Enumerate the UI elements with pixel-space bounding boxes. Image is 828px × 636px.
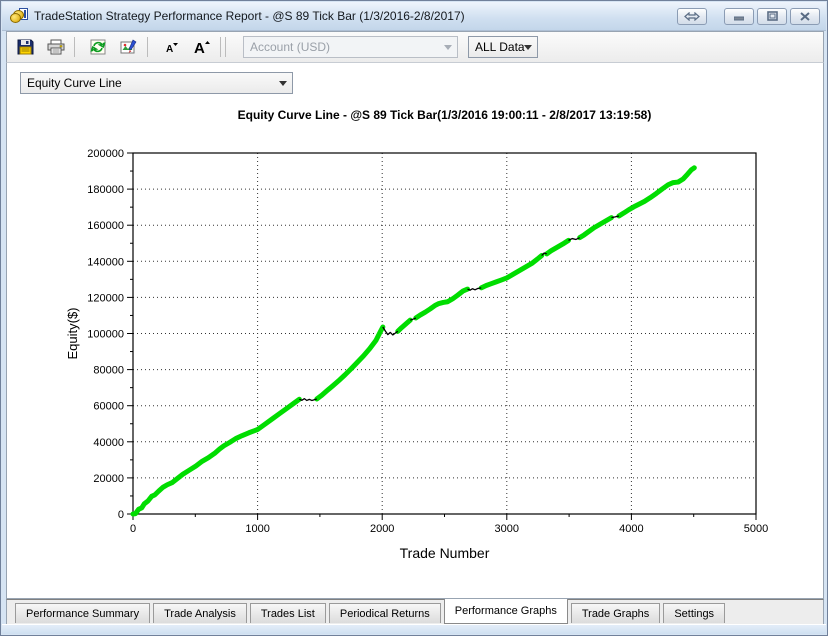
window-bottom-frame <box>2 624 826 634</box>
svg-text:60000: 60000 <box>93 401 124 413</box>
svg-text:Trade Number: Trade Number <box>400 545 490 561</box>
format-button[interactable] <box>116 35 142 59</box>
svg-text:A: A <box>194 40 205 56</box>
increase-font-icon: A <box>192 38 212 56</box>
format-report-icon <box>120 39 138 55</box>
report-tab-strip: Performance Summary Trade Analysis Trade… <box>6 599 824 626</box>
tab-periodical-returns[interactable]: Periodical Returns <box>329 603 441 623</box>
svg-text:200000: 200000 <box>87 148 124 160</box>
toolbar: A A Account (USD) ALL Data <box>6 31 824 63</box>
chevron-down-icon <box>279 81 287 86</box>
svg-text:120000: 120000 <box>87 292 124 304</box>
svg-text:180000: 180000 <box>87 184 124 196</box>
refresh-icon <box>90 39 106 55</box>
save-icon <box>17 39 34 55</box>
close-button[interactable] <box>790 8 820 25</box>
tab-trade-graphs[interactable]: Trade Graphs <box>571 603 660 623</box>
toolbar-separator <box>225 37 226 57</box>
svg-text:100000: 100000 <box>87 329 124 341</box>
chevron-down-icon <box>444 45 452 50</box>
tab-performance-summary[interactable]: Performance Summary <box>15 603 150 623</box>
app-icon <box>10 8 28 24</box>
toolbar-separator <box>147 37 148 57</box>
graph-type-combo[interactable]: Equity Curve Line <box>20 72 293 94</box>
svg-text:1000: 1000 <box>245 523 269 535</box>
decrease-font-icon: A <box>163 39 179 55</box>
chart-title: Equity Curve Line - @S 89 Tick Bar(1/3/2… <box>132 108 757 122</box>
minimize-button[interactable] <box>724 8 754 25</box>
svg-text:20000: 20000 <box>93 473 124 485</box>
toolbar-separator <box>74 37 75 57</box>
equity-curve-chart: 0 1000 2000 3000 4000 5000 0 20000 40000 60000 800… <box>7 131 825 591</box>
svg-text:4000: 4000 <box>619 523 643 535</box>
title-bar: TradeStation Strategy Performance Report… <box>2 2 826 31</box>
svg-text:40000: 40000 <box>93 437 124 449</box>
graph-type-combo-value: Equity Curve Line <box>27 76 122 90</box>
print-button[interactable] <box>43 35 69 59</box>
account-combo[interactable]: Account (USD) <box>243 36 458 58</box>
window-title: TradeStation Strategy Performance Report… <box>34 9 674 23</box>
print-icon <box>47 39 66 55</box>
svg-text:80000: 80000 <box>93 365 124 377</box>
svg-text:3000: 3000 <box>495 523 519 535</box>
data-range-combo[interactable]: ALL Data <box>468 36 538 58</box>
increase-font-button[interactable]: A <box>189 35 215 59</box>
dock-button[interactable] <box>677 8 707 25</box>
svg-text:0: 0 <box>130 523 136 535</box>
svg-text:5000: 5000 <box>744 523 768 535</box>
tab-trade-analysis[interactable]: Trade Analysis <box>153 603 247 623</box>
report-content: Equity Curve Line Equity Curve Line - @S… <box>6 63 824 599</box>
refresh-button[interactable] <box>85 35 111 59</box>
chevron-down-icon <box>524 45 532 50</box>
account-combo-value: Account (USD) <box>250 40 330 54</box>
svg-text:Equity($): Equity($) <box>65 307 80 359</box>
tab-settings[interactable]: Settings <box>663 603 725 623</box>
tradestation-report-window: TradeStation Strategy Performance Report… <box>0 0 828 636</box>
decrease-font-button[interactable]: A <box>158 35 184 59</box>
restore-button[interactable] <box>757 8 787 25</box>
svg-text:2000: 2000 <box>370 523 394 535</box>
tab-performance-graphs[interactable]: Performance Graphs <box>444 599 568 624</box>
save-button[interactable] <box>12 35 38 59</box>
svg-text:140000: 140000 <box>87 256 124 268</box>
svg-text:A: A <box>166 44 173 55</box>
tab-trades-list[interactable]: Trades List <box>250 603 326 623</box>
svg-text:160000: 160000 <box>87 220 124 232</box>
svg-text:0: 0 <box>118 509 124 521</box>
data-range-combo-value: ALL Data <box>475 40 525 54</box>
toolbar-separator <box>220 37 221 57</box>
